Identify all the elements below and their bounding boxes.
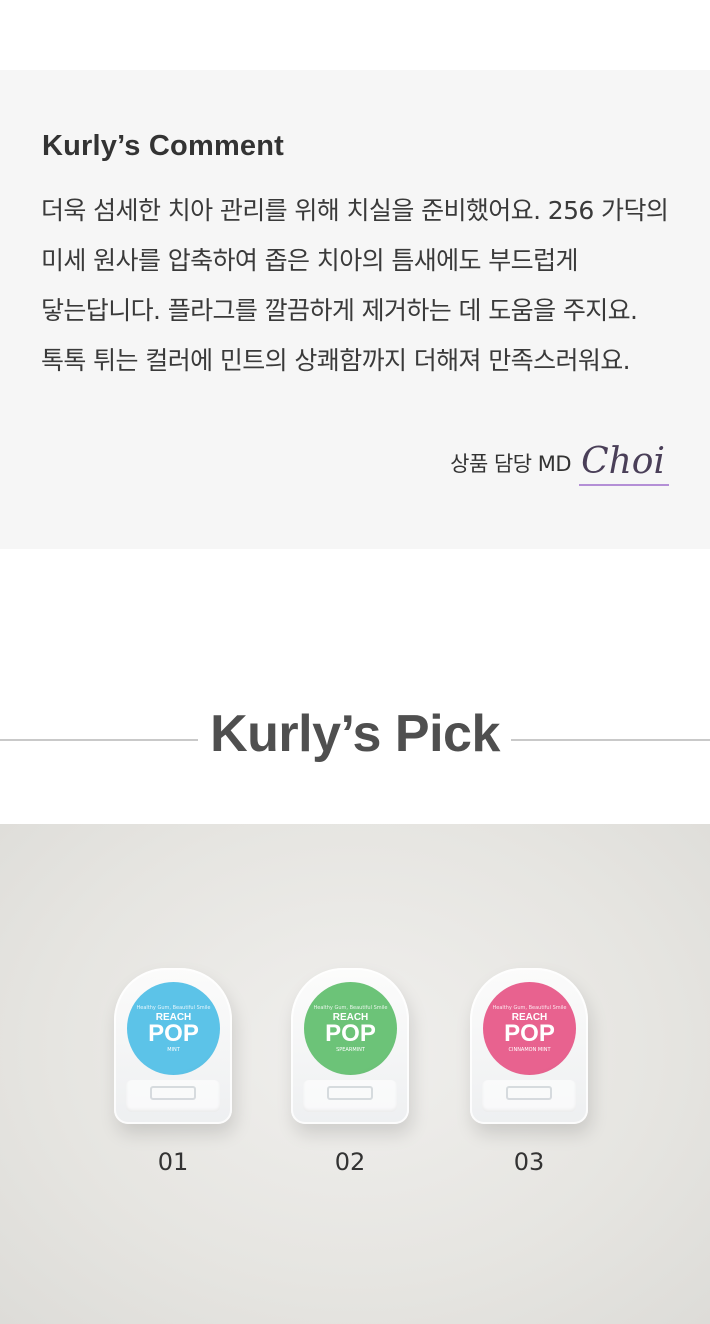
product-floss-spearmint: Healthy Gum, Beautiful Smile REACH POP S… xyxy=(291,968,409,1124)
md-signature: Choi xyxy=(579,440,669,486)
pick-divider-right xyxy=(511,739,710,741)
product-photo: Healthy Gum, Beautiful Smile REACH POP M… xyxy=(0,824,710,1324)
md-signature-row: 상품 담당 MD Choi xyxy=(450,440,669,486)
product-name: POP xyxy=(504,1019,555,1047)
comment-body: 더욱 섬세한 치아 관리를 위해 치실을 준비했어요. 256 가닥의 미세 원… xyxy=(41,196,669,375)
product-flavor: MINT xyxy=(167,1046,180,1053)
product-flavor: SPEARMINT xyxy=(336,1046,365,1053)
comment-title: Kurly’s Comment xyxy=(42,130,285,162)
floss-disc: Healthy Gum, Beautiful Smile REACH POP S… xyxy=(304,982,397,1075)
product-floss-mint: Healthy Gum, Beautiful Smile REACH POP M… xyxy=(114,968,232,1124)
product-tagline: Healthy Gum, Beautiful Smile xyxy=(136,1004,211,1011)
product-floss-cinnamon-mint: Healthy Gum, Beautiful Smile REACH POP C… xyxy=(470,968,588,1124)
pick-title: Kurly’s Pick xyxy=(210,705,500,763)
product-name: POP xyxy=(148,1019,199,1047)
product-number: 01 xyxy=(157,1148,189,1176)
floss-case-base xyxy=(126,1080,220,1112)
product-number: 02 xyxy=(334,1148,366,1176)
product-flavor: CINNAMON MINT xyxy=(508,1046,551,1053)
floss-case-base xyxy=(482,1080,576,1112)
kurlys-comment-section: Kurly’s Comment 더욱 섬세한 치아 관리를 위해 치실을 준비했… xyxy=(0,70,710,549)
product-name: POP xyxy=(325,1019,376,1047)
product-tagline: Healthy Gum, Beautiful Smile xyxy=(313,1004,388,1011)
floss-disc: Healthy Gum, Beautiful Smile REACH POP M… xyxy=(127,982,220,1075)
floss-case-base xyxy=(303,1080,397,1112)
floss-disc: Healthy Gum, Beautiful Smile REACH POP C… xyxy=(483,982,576,1075)
md-label: 상품 담당 MD xyxy=(450,452,572,476)
product-tagline: Healthy Gum, Beautiful Smile xyxy=(492,1004,567,1011)
product-number: 03 xyxy=(513,1148,545,1176)
